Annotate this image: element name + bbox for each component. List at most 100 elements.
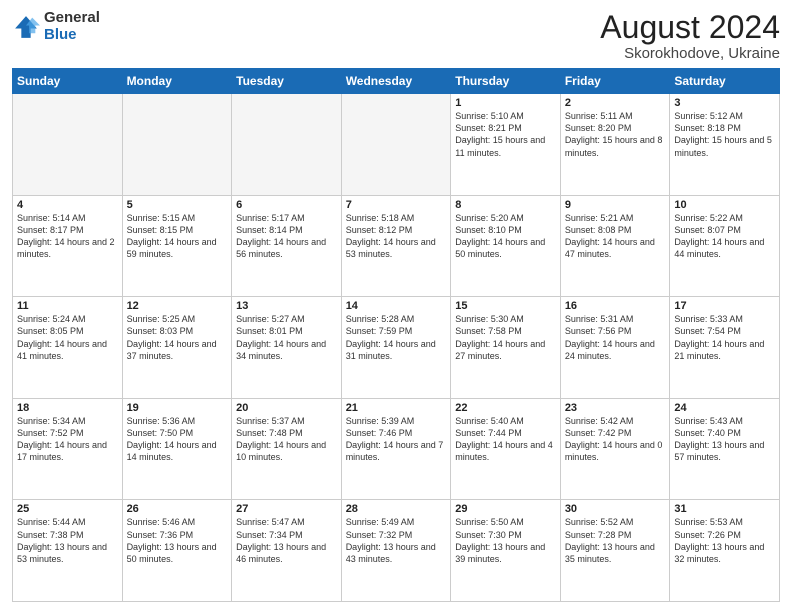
- day-cell-26: 26Sunrise: 5:46 AMSunset: 7:36 PMDayligh…: [122, 500, 232, 602]
- day-cell-31: 31Sunrise: 5:53 AMSunset: 7:26 PMDayligh…: [670, 500, 780, 602]
- day-number: 30: [565, 503, 666, 515]
- day-info: Sunrise: 5:24 AMSunset: 8:05 PMDaylight:…: [17, 313, 118, 362]
- day-info: Sunrise: 5:53 AMSunset: 7:26 PMDaylight:…: [674, 516, 775, 565]
- day-info: Sunrise: 5:21 AMSunset: 8:08 PMDaylight:…: [565, 212, 666, 261]
- day-info: Sunrise: 5:12 AMSunset: 8:18 PMDaylight:…: [674, 110, 775, 159]
- col-tuesday: Tuesday: [232, 69, 342, 94]
- day-info: Sunrise: 5:34 AMSunset: 7:52 PMDaylight:…: [17, 415, 118, 464]
- day-cell-empty: [13, 94, 123, 196]
- day-info: Sunrise: 5:47 AMSunset: 7:34 PMDaylight:…: [236, 516, 337, 565]
- day-cell-empty: [232, 94, 342, 196]
- day-info: Sunrise: 5:50 AMSunset: 7:30 PMDaylight:…: [455, 516, 556, 565]
- day-number: 26: [127, 503, 228, 515]
- day-cell-9: 9Sunrise: 5:21 AMSunset: 8:08 PMDaylight…: [560, 195, 670, 297]
- day-cell-16: 16Sunrise: 5:31 AMSunset: 7:56 PMDayligh…: [560, 297, 670, 399]
- day-cell-empty: [341, 94, 451, 196]
- day-cell-15: 15Sunrise: 5:30 AMSunset: 7:58 PMDayligh…: [451, 297, 561, 399]
- day-cell-7: 7Sunrise: 5:18 AMSunset: 8:12 PMDaylight…: [341, 195, 451, 297]
- day-info: Sunrise: 5:30 AMSunset: 7:58 PMDaylight:…: [455, 313, 556, 362]
- day-info: Sunrise: 5:39 AMSunset: 7:46 PMDaylight:…: [346, 415, 447, 464]
- col-saturday: Saturday: [670, 69, 780, 94]
- day-number: 29: [455, 503, 556, 515]
- day-number: 19: [127, 402, 228, 414]
- day-number: 14: [346, 300, 447, 312]
- day-info: Sunrise: 5:22 AMSunset: 8:07 PMDaylight:…: [674, 212, 775, 261]
- day-number: 7: [346, 199, 447, 211]
- col-sunday: Sunday: [13, 69, 123, 94]
- day-cell-1: 1Sunrise: 5:10 AMSunset: 8:21 PMDaylight…: [451, 94, 561, 196]
- day-cell-2: 2Sunrise: 5:11 AMSunset: 8:20 PMDaylight…: [560, 94, 670, 196]
- day-cell-empty: [122, 94, 232, 196]
- week-row-4: 18Sunrise: 5:34 AMSunset: 7:52 PMDayligh…: [13, 398, 780, 500]
- page: General Blue August 2024 Skorokhodove, U…: [0, 0, 792, 612]
- day-info: Sunrise: 5:27 AMSunset: 8:01 PMDaylight:…: [236, 313, 337, 362]
- day-info: Sunrise: 5:20 AMSunset: 8:10 PMDaylight:…: [455, 212, 556, 261]
- day-info: Sunrise: 5:14 AMSunset: 8:17 PMDaylight:…: [17, 212, 118, 261]
- day-cell-21: 21Sunrise: 5:39 AMSunset: 7:46 PMDayligh…: [341, 398, 451, 500]
- day-info: Sunrise: 5:11 AMSunset: 8:20 PMDaylight:…: [565, 110, 666, 159]
- day-cell-18: 18Sunrise: 5:34 AMSunset: 7:52 PMDayligh…: [13, 398, 123, 500]
- week-row-3: 11Sunrise: 5:24 AMSunset: 8:05 PMDayligh…: [13, 297, 780, 399]
- day-cell-10: 10Sunrise: 5:22 AMSunset: 8:07 PMDayligh…: [670, 195, 780, 297]
- day-info: Sunrise: 5:28 AMSunset: 7:59 PMDaylight:…: [346, 313, 447, 362]
- day-number: 9: [565, 199, 666, 211]
- day-cell-28: 28Sunrise: 5:49 AMSunset: 7:32 PMDayligh…: [341, 500, 451, 602]
- day-number: 25: [17, 503, 118, 515]
- day-number: 15: [455, 300, 556, 312]
- calendar-subtitle: Skorokhodove, Ukraine: [600, 45, 780, 62]
- day-number: 23: [565, 402, 666, 414]
- day-info: Sunrise: 5:15 AMSunset: 8:15 PMDaylight:…: [127, 212, 228, 261]
- day-info: Sunrise: 5:49 AMSunset: 7:32 PMDaylight:…: [346, 516, 447, 565]
- col-friday: Friday: [560, 69, 670, 94]
- weekday-header-row: Sunday Monday Tuesday Wednesday Thursday…: [13, 69, 780, 94]
- day-cell-19: 19Sunrise: 5:36 AMSunset: 7:50 PMDayligh…: [122, 398, 232, 500]
- day-number: 2: [565, 97, 666, 109]
- day-number: 4: [17, 199, 118, 211]
- day-info: Sunrise: 5:18 AMSunset: 8:12 PMDaylight:…: [346, 212, 447, 261]
- day-info: Sunrise: 5:36 AMSunset: 7:50 PMDaylight:…: [127, 415, 228, 464]
- logo-icon: [12, 13, 40, 41]
- col-monday: Monday: [122, 69, 232, 94]
- day-cell-30: 30Sunrise: 5:52 AMSunset: 7:28 PMDayligh…: [560, 500, 670, 602]
- day-cell-11: 11Sunrise: 5:24 AMSunset: 8:05 PMDayligh…: [13, 297, 123, 399]
- day-info: Sunrise: 5:37 AMSunset: 7:48 PMDaylight:…: [236, 415, 337, 464]
- day-number: 5: [127, 199, 228, 211]
- day-number: 31: [674, 503, 775, 515]
- col-thursday: Thursday: [451, 69, 561, 94]
- day-cell-6: 6Sunrise: 5:17 AMSunset: 8:14 PMDaylight…: [232, 195, 342, 297]
- calendar-table: Sunday Monday Tuesday Wednesday Thursday…: [12, 68, 780, 602]
- day-info: Sunrise: 5:52 AMSunset: 7:28 PMDaylight:…: [565, 516, 666, 565]
- day-number: 3: [674, 97, 775, 109]
- week-row-1: 1Sunrise: 5:10 AMSunset: 8:21 PMDaylight…: [13, 94, 780, 196]
- day-cell-22: 22Sunrise: 5:40 AMSunset: 7:44 PMDayligh…: [451, 398, 561, 500]
- day-number: 12: [127, 300, 228, 312]
- day-number: 24: [674, 402, 775, 414]
- day-info: Sunrise: 5:40 AMSunset: 7:44 PMDaylight:…: [455, 415, 556, 464]
- day-info: Sunrise: 5:17 AMSunset: 8:14 PMDaylight:…: [236, 212, 337, 261]
- day-info: Sunrise: 5:46 AMSunset: 7:36 PMDaylight:…: [127, 516, 228, 565]
- day-cell-4: 4Sunrise: 5:14 AMSunset: 8:17 PMDaylight…: [13, 195, 123, 297]
- day-cell-8: 8Sunrise: 5:20 AMSunset: 8:10 PMDaylight…: [451, 195, 561, 297]
- calendar-title: August 2024: [600, 10, 780, 45]
- day-cell-25: 25Sunrise: 5:44 AMSunset: 7:38 PMDayligh…: [13, 500, 123, 602]
- day-cell-29: 29Sunrise: 5:50 AMSunset: 7:30 PMDayligh…: [451, 500, 561, 602]
- day-number: 13: [236, 300, 337, 312]
- day-cell-20: 20Sunrise: 5:37 AMSunset: 7:48 PMDayligh…: [232, 398, 342, 500]
- logo: General Blue: [12, 10, 100, 43]
- header: General Blue August 2024 Skorokhodove, U…: [12, 10, 780, 62]
- day-number: 16: [565, 300, 666, 312]
- title-block: August 2024 Skorokhodove, Ukraine: [600, 10, 780, 62]
- day-info: Sunrise: 5:31 AMSunset: 7:56 PMDaylight:…: [565, 313, 666, 362]
- day-number: 28: [346, 503, 447, 515]
- day-cell-17: 17Sunrise: 5:33 AMSunset: 7:54 PMDayligh…: [670, 297, 780, 399]
- day-number: 21: [346, 402, 447, 414]
- day-number: 10: [674, 199, 775, 211]
- day-info: Sunrise: 5:44 AMSunset: 7:38 PMDaylight:…: [17, 516, 118, 565]
- day-cell-13: 13Sunrise: 5:27 AMSunset: 8:01 PMDayligh…: [232, 297, 342, 399]
- col-wednesday: Wednesday: [341, 69, 451, 94]
- day-info: Sunrise: 5:42 AMSunset: 7:42 PMDaylight:…: [565, 415, 666, 464]
- day-number: 11: [17, 300, 118, 312]
- day-info: Sunrise: 5:43 AMSunset: 7:40 PMDaylight:…: [674, 415, 775, 464]
- day-cell-27: 27Sunrise: 5:47 AMSunset: 7:34 PMDayligh…: [232, 500, 342, 602]
- day-number: 17: [674, 300, 775, 312]
